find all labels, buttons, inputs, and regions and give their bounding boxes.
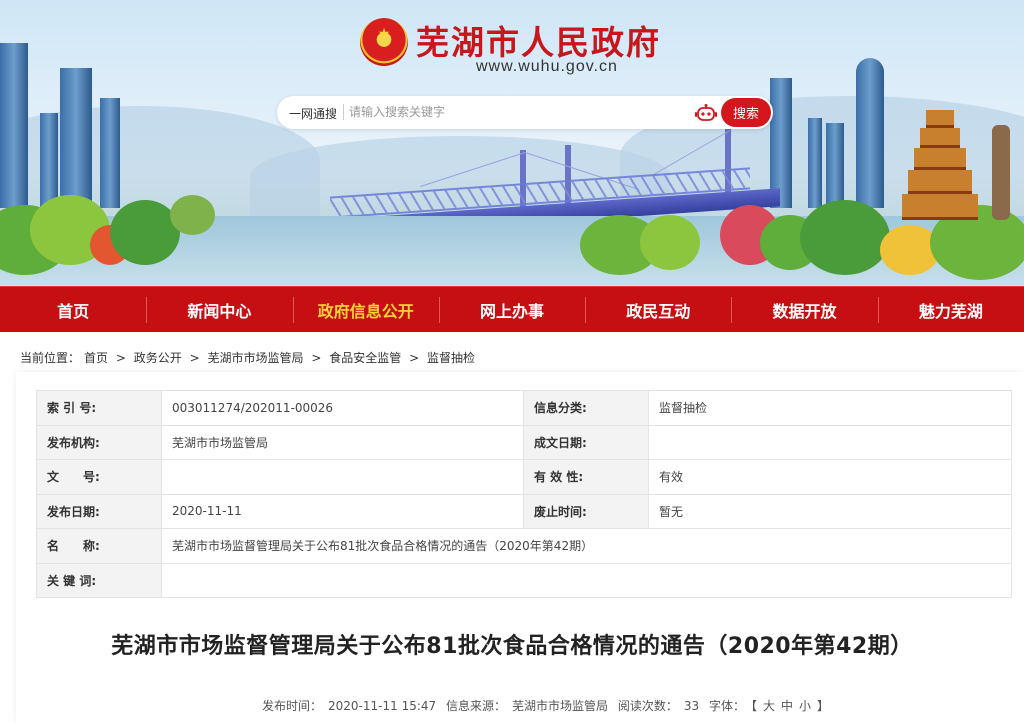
meta-key: 有 效 性: [523,459,649,495]
breadcrumb-separator: > [311,351,322,365]
font-medium-button[interactable]: 中 [781,699,793,713]
meta-value: 003011274/202011-00026 [161,390,524,426]
meta-key: 索 引 号: [36,390,162,426]
meta-key: 名 称: [36,528,162,564]
breadcrumb: 当前位置： 首页 > 政务公开 > 芜湖市市场监管局 > 食品安全监管 > 监督抽… [20,349,479,366]
breadcrumb-prefix: 当前位置： [20,351,81,365]
pagoda [902,194,978,220]
breadcrumb-item[interactable]: 监督抽检 [427,351,475,365]
search-bar: 一网通搜 搜索 [277,96,773,129]
pagoda [920,128,960,148]
nav-item-interaction[interactable]: 政民互动 [585,287,731,332]
publish-time: 2020-11-11 15:47 [328,699,437,713]
document-title: 芜湖市市场监督管理局关于公布81批次食品合格情况的通告（2020年第42期） [111,634,913,659]
tree [800,200,890,275]
meta-value: 有效 [648,459,1012,495]
document-meta-table: 索 引 号: 003011274/202011-00026 信息分类: 监督抽检… [36,390,1012,598]
meta-key: 成文日期: [523,424,649,460]
source: 芜湖市市场监管局 [512,699,609,713]
nav-item-gov-info[interactable]: 政府信息公开 [292,287,439,332]
building [856,58,884,208]
national-emblem-icon: ★ [360,18,408,66]
search-input[interactable] [349,101,679,123]
breadcrumb-item[interactable]: 芜湖市市场监管局 [207,351,303,365]
search-divider [343,104,344,120]
breadcrumb-item[interactable]: 政务公开 [134,351,182,365]
search-scope-label[interactable]: 一网通搜 [289,105,337,122]
tree [640,215,700,270]
robot-icon[interactable] [695,104,717,122]
breadcrumb-separator: > [115,351,126,365]
meta-value: 2020-11-11 [161,493,524,529]
font-bracket: 】 [817,699,830,713]
search-button[interactable]: 搜索 [721,98,771,127]
breadcrumb-item[interactable]: 食品安全监管 [329,351,401,365]
meta-key: 关 键 词: [36,562,162,598]
site-url[interactable]: www.wuhu.gov.cn [476,58,618,76]
publish-time-label: 发布时间： [262,699,323,713]
site-title: 芜湖市人民政府 [416,23,661,62]
nav-item-open-data[interactable]: 数据开放 [731,287,877,332]
table-row: 名 称: 芜湖市市场监督管理局关于公布81批次食品合格情况的通告（2020年第4… [36,528,1012,564]
building [100,98,120,208]
breadcrumb-item[interactable]: 首页 [84,351,108,365]
building [826,123,844,208]
nav-item-news[interactable]: 新闻中心 [146,287,292,332]
font-large-button[interactable]: 大 [763,699,775,713]
font-label: 字体： [708,699,745,713]
pagoda [926,110,954,128]
building [808,118,822,208]
document-info: 发布时间： 2020-11-11 15:47 信息来源： 芜湖市市场监管局 阅读次数… [262,697,835,714]
font-bracket: 【 [750,699,757,713]
pagoda [908,170,972,194]
nav-item-home[interactable]: 首页 [0,287,146,332]
sculpture [992,125,1010,220]
meta-key: 发布机构: [36,424,162,460]
meta-key: 废止时间: [523,493,649,529]
nav-item-charm-wuhu[interactable]: 魅力芜湖 [877,287,1024,332]
tree [110,200,180,265]
meta-value [161,459,524,495]
table-row: 关 键 词: [36,562,1012,598]
breadcrumb-separator: > [189,351,200,365]
table-row: 发布机构: 芜湖市市场监管局 成文日期: [36,424,1012,460]
meta-key: 发布日期: [36,493,162,529]
building [0,43,28,208]
table-row: 发布日期: 2020-11-11 废止时间: 暂无 [36,493,1012,529]
meta-key: 文 号: [36,459,162,495]
source-label: 信息来源： [445,699,506,713]
table-row: 文 号: 有 效 性: 有效 [36,459,1012,495]
pagoda [914,148,966,170]
main-nav: 首页 新闻中心 政府信息公开 网上办事 政民互动 数据开放 魅力芜湖 [0,286,1024,332]
table-row: 索 引 号: 003011274/202011-00026 信息分类: 监督抽检 [36,390,1012,426]
building [40,113,58,208]
meta-value: 监督抽检 [648,390,1012,426]
meta-value: 芜湖市市场监督管理局关于公布81批次食品合格情况的通告（2020年第42期） [161,528,1012,564]
tree [170,195,215,235]
breadcrumb-separator: > [409,351,420,365]
building [60,68,92,208]
meta-value [648,424,1012,460]
meta-value: 芜湖市市场监管局 [161,424,524,460]
meta-key: 信息分类: [523,390,649,426]
font-small-button[interactable]: 小 [799,699,811,713]
views-count: 33 [683,699,700,713]
meta-value: 暂无 [648,493,1012,529]
views-label: 阅读次数： [617,699,678,713]
meta-value [161,562,1012,598]
nav-item-online-services[interactable]: 网上办事 [438,287,585,332]
